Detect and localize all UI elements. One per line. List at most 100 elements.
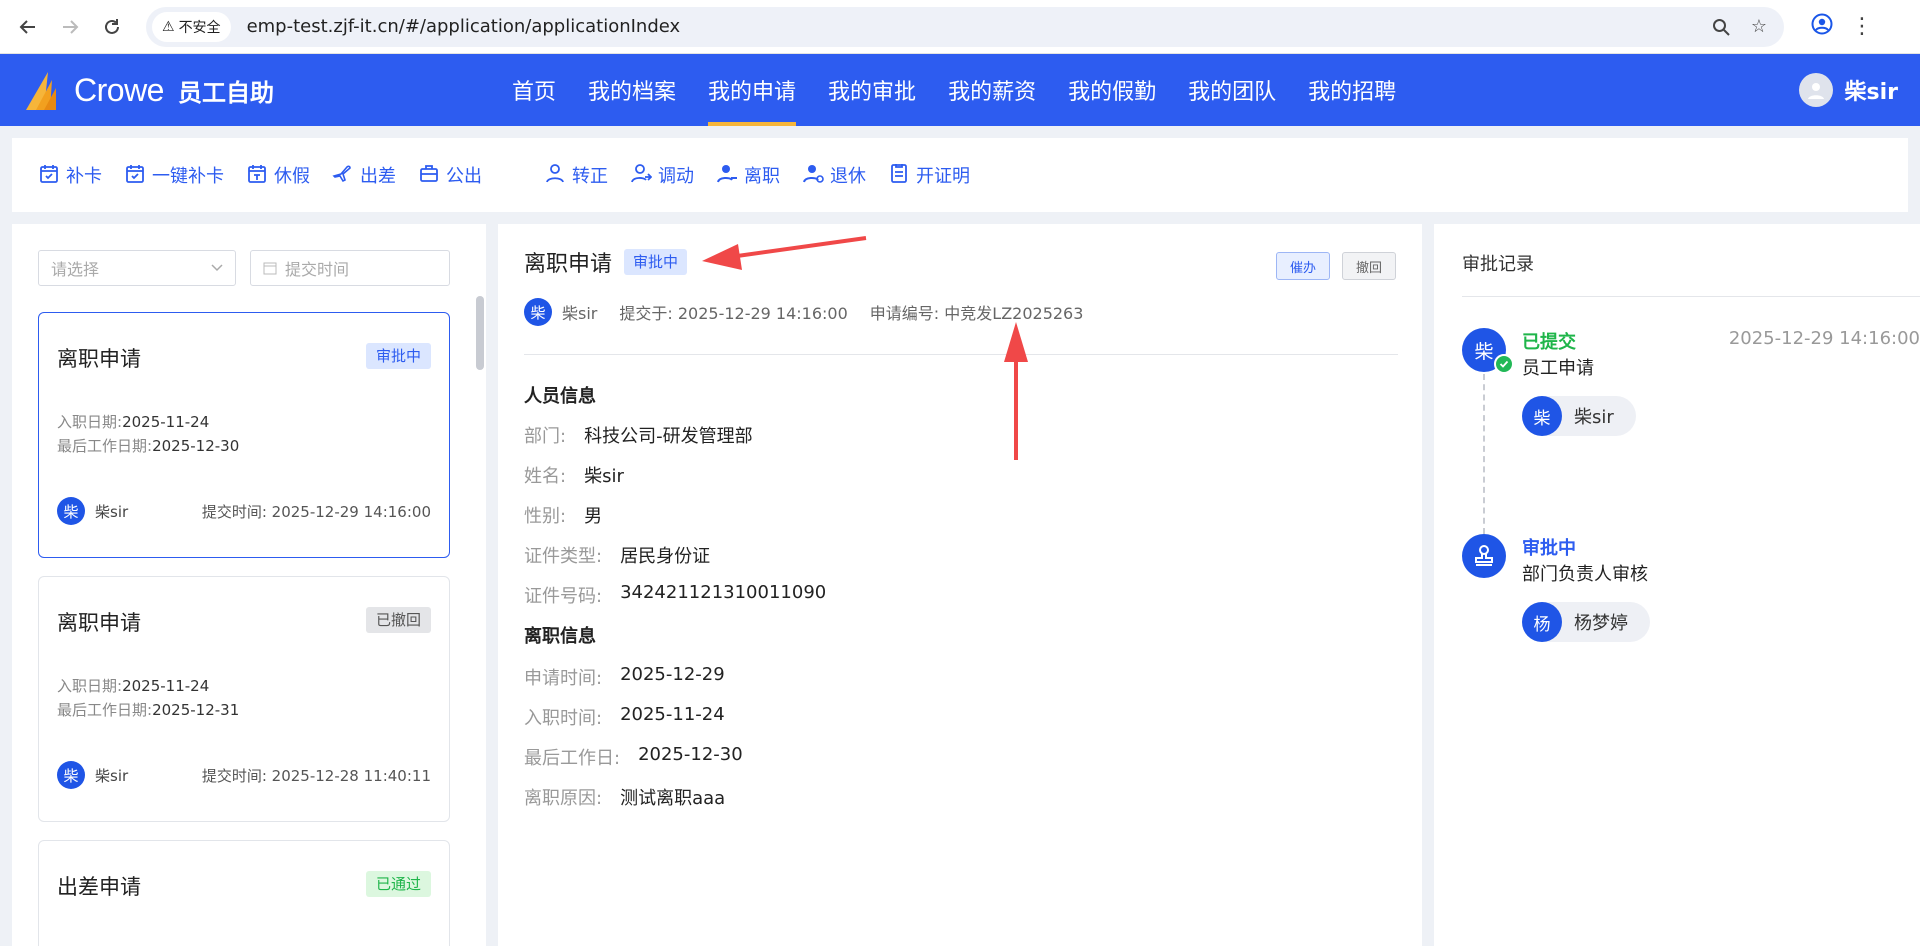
detail-header: 离职申请 审批中: [524, 246, 688, 278]
arrow-left-icon: [19, 19, 35, 34]
field-id-number: 证件号码: 342421121310011090: [524, 582, 827, 607]
field-leave-reason: 离职原因: 测试离职aaa: [524, 788, 726, 809]
nav-item-4[interactable]: 我的薪资: [932, 54, 1052, 126]
type-select[interactable]: 请选择: [38, 250, 236, 286]
card-title: 出差申请: [57, 875, 141, 899]
quick-action-label: 公出: [446, 166, 482, 187]
quick-action-label: 休假: [274, 166, 310, 187]
nav-item-2[interactable]: 我的申请: [692, 54, 812, 126]
step-status: 已提交: [1522, 332, 1576, 353]
stamp-icon: [1462, 534, 1506, 578]
application-card[interactable]: 离职申请 已撤回 入职日期:2025-11-24 最后工作日期:2025-12-…: [38, 576, 450, 822]
status-badge: 审批中: [365, 343, 431, 369]
user-silhouette-icon: [1807, 83, 1824, 99]
kebab-menu-icon[interactable]: ⋮: [1848, 14, 1876, 39]
url-text[interactable]: emp-test.zjf-it.cn/#/application/applica…: [247, 16, 1698, 37]
section-leave-info: 离职信息: [524, 626, 596, 647]
chevron-down-icon: [211, 264, 223, 272]
reload-button[interactable]: [98, 13, 126, 41]
address-bar[interactable]: ⚠ 不安全 emp-test.zjf-it.cn/#/application/a…: [146, 6, 1784, 47]
divider: [524, 354, 1398, 355]
revoke-button[interactable]: 撤回: [1342, 252, 1396, 280]
plane-icon: [332, 162, 354, 189]
field-name: 姓名: 柴sir: [524, 466, 624, 487]
forward-button[interactable]: [56, 13, 84, 41]
arrow-right-icon: [63, 19, 79, 34]
nav-item-3[interactable]: 我的审批: [812, 54, 932, 126]
quick-action-label: 一键补卡: [152, 166, 224, 187]
avatar: 柴: [57, 497, 85, 525]
quick-action-5[interactable]: 转正: [544, 162, 608, 189]
avatar: 杨: [1522, 602, 1562, 642]
calendar-check-icon: [124, 162, 146, 189]
quick-action-label: 转正: [572, 166, 608, 187]
quick-action-9[interactable]: 开证明: [888, 162, 970, 189]
urge-button[interactable]: 催办: [1276, 252, 1330, 280]
user-retire-icon: [802, 162, 824, 189]
nav-item-6[interactable]: 我的团队: [1172, 54, 1292, 126]
quick-action-4[interactable]: 公出: [418, 162, 482, 189]
bookmark-star-icon[interactable]: ☆: [1744, 12, 1774, 42]
quick-action-0[interactable]: 补卡: [38, 162, 102, 189]
section-person-info: 人员信息: [524, 386, 596, 407]
timeline-connector: [1483, 374, 1485, 534]
calendar-leave-icon: [246, 162, 268, 189]
application-list-panel: 请选择 提交时间 离职申请 审批中 入职日期:2025-11-24 最后工作日期…: [12, 224, 486, 946]
card-footer: 柴 柴sir 提交时间: 2025-12-28 11:40:11: [57, 761, 431, 789]
nav-item-1[interactable]: 我的档案: [572, 54, 692, 126]
card-user: 柴sir: [95, 502, 129, 521]
warning-icon: ⚠: [162, 18, 175, 35]
quick-action-3[interactable]: 出差: [332, 162, 396, 189]
nav-item-0[interactable]: 首页: [496, 54, 572, 126]
card-last-day: 最后工作日期:2025-12-30: [57, 437, 240, 455]
briefcase-icon: [418, 162, 440, 189]
card-last-day: 最后工作日期:2025-12-31: [57, 701, 240, 719]
applicant-name: 柴sir: [562, 304, 598, 323]
approval-record-panel: 审批记录 柴 已提交 2025-12-29 14:16:00 员工申请 柴 柴s…: [1434, 224, 1920, 946]
list-scrollbar[interactable]: [476, 296, 484, 370]
quick-action-6[interactable]: 调动: [630, 162, 694, 189]
quick-action-label: 退休: [830, 166, 866, 187]
type-select-placeholder: 请选择: [51, 260, 100, 279]
field-department: 部门: 科技公司-研发管理部: [524, 426, 753, 447]
app-header: Crowe 员工自助 首页 我的档案 我的申请 我的审批 我的薪资 我的假勤 我的团队 我的招…: [0, 54, 1920, 126]
field-last-work-day: 最后工作日: 2025-12-30: [524, 744, 743, 769]
profile-icon[interactable]: [1808, 13, 1836, 40]
status-badge: 已通过: [365, 871, 431, 897]
quick-action-8[interactable]: 退休: [802, 162, 866, 189]
card-user: 柴sir: [95, 766, 129, 785]
page-title: 离职申请: [524, 252, 613, 277]
browser-toolbar: ⚠ 不安全 emp-test.zjf-it.cn/#/application/a…: [0, 0, 1920, 54]
approver-chip[interactable]: 柴 柴sir: [1522, 396, 1636, 436]
security-chip[interactable]: ⚠ 不安全: [152, 11, 231, 42]
avatar: 柴: [57, 761, 85, 789]
quick-action-label: 开证明: [916, 166, 970, 187]
card-submit-time: 提交时间: 2025-12-29 14:16:00: [201, 502, 431, 521]
avatar: 柴: [524, 298, 552, 326]
calendar-icon: [263, 262, 277, 275]
brand-logo[interactable]: Crowe 员工自助: [22, 66, 462, 114]
card-submit-time: 提交时间: 2025-12-28 11:40:11: [201, 766, 431, 785]
application-card[interactable]: 出差申请 已通过: [38, 840, 450, 946]
zoom-icon[interactable]: [1706, 12, 1736, 42]
card-title: 离职申请: [57, 611, 141, 635]
crowe-logo-icon: [26, 72, 56, 110]
quick-action-7[interactable]: 离职: [716, 162, 780, 189]
quick-action-1[interactable]: 一键补卡: [124, 162, 224, 189]
approver-name: 柴sir: [1574, 407, 1614, 428]
security-label: 不安全: [178, 19, 221, 36]
quick-action-label: 补卡: [66, 166, 102, 187]
quick-action-2[interactable]: 休假: [246, 162, 310, 189]
approver-chip[interactable]: 杨 杨梦婷: [1522, 602, 1650, 642]
date-filter-input[interactable]: 提交时间: [250, 250, 450, 286]
field-id-type: 证件类型: 居民身份证: [524, 546, 711, 567]
detail-meta: 柴 柴sir 提交于: 2025-12-29 14:16:00 申请编号: 中竞…: [524, 298, 1083, 326]
application-number: 申请编号: 中竞发LZ2025263: [869, 304, 1084, 323]
user-menu[interactable]: 柴sir: [1798, 73, 1898, 107]
nav-item-5[interactable]: 我的假勤: [1052, 54, 1172, 126]
application-card[interactable]: 离职申请 审批中 入职日期:2025-11-24 最后工作日期:2025-12-…: [38, 312, 450, 558]
back-button[interactable]: [14, 13, 42, 41]
check-icon: [1494, 354, 1514, 374]
nav-item-7[interactable]: 我的招聘: [1292, 54, 1412, 126]
date-filter-placeholder: 提交时间: [285, 260, 350, 279]
